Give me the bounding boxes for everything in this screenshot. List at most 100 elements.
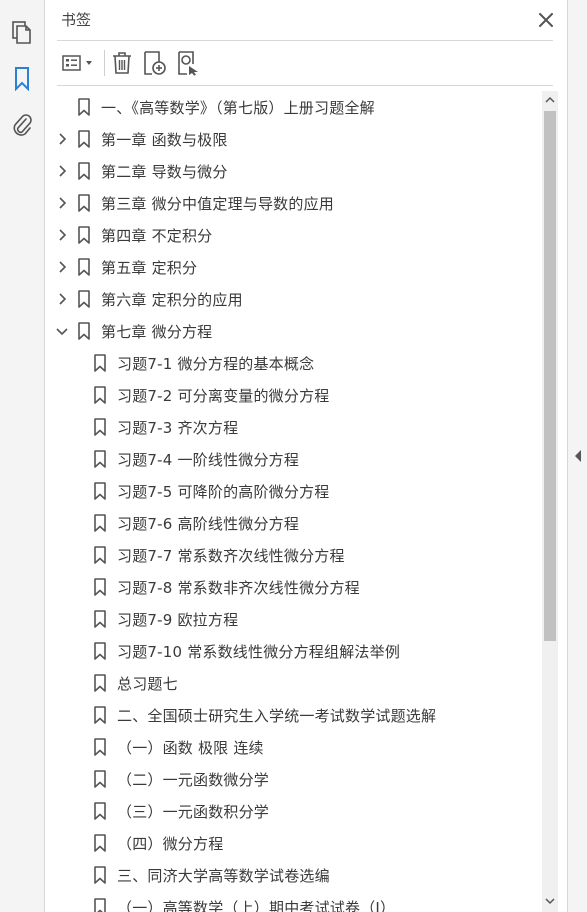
navigation-rail <box>0 0 45 912</box>
close-panel-button[interactable] <box>535 9 557 31</box>
bookmark-item[interactable]: 习题7-1 微分方程的基本概念 <box>45 347 543 379</box>
bookmark-toolbar <box>57 41 553 85</box>
bookmark-label: 习题7-1 微分方程的基本概念 <box>117 355 315 373</box>
trash-icon <box>113 52 131 74</box>
bookmark-item[interactable]: 习题7-4 一阶线性微分方程 <box>45 443 543 475</box>
bookmark-label: 第六章 定积分的应用 <box>101 291 243 309</box>
bookmark-label: 三、同济大学高等数学试卷选编 <box>117 867 330 885</box>
bookmark-tree: 一、《高等数学》（第七版）上册习题全解 第一章 函数与极限 第二章 导数与微分第三章… <box>45 91 543 912</box>
bookmark-icon <box>93 546 109 564</box>
bookmark-icon <box>93 642 109 660</box>
bookmark-item[interactable]: 习题7-6 高阶线性微分方程 <box>45 507 543 539</box>
bookmark-item[interactable]: 第三章 微分中值定理与导数的应用 <box>45 187 543 219</box>
scroll-up-icon <box>545 96 555 103</box>
chevron-right-icon[interactable] <box>55 163 69 179</box>
bookmark-label: 习题7-5 可降阶的高阶微分方程 <box>117 483 330 501</box>
bookmark-item[interactable]: 第七章 微分方程 <box>45 315 543 347</box>
bookmarks-icon[interactable] <box>9 66 35 92</box>
chevron-right-icon[interactable] <box>55 291 69 307</box>
bookmark-item[interactable]: 习题7-5 可降阶的高阶微分方程 <box>45 475 543 507</box>
bookmark-item[interactable]: （三）一元函数积分学 <box>45 795 543 827</box>
bookmark-item[interactable]: 一、《高等数学》（第七版）上册习题全解 <box>45 91 543 123</box>
panel-header: 书签 <box>45 0 567 40</box>
bookmark-label: 第三章 微分中值定理与导数的应用 <box>101 195 334 213</box>
options-list-icon <box>62 55 92 71</box>
scroll-down-icon <box>545 898 555 905</box>
bookmark-item[interactable]: 第四章 不定积分 <box>45 219 543 251</box>
bookmark-label: 习题7-7 常系数齐次线性微分方程 <box>117 547 345 565</box>
bookmark-item[interactable]: 三、同济大学高等数学试卷选编 <box>45 859 543 891</box>
bookmark-label: （二）一元函数微分学 <box>117 771 270 789</box>
bookmark-icon <box>77 226 93 244</box>
close-icon <box>539 13 553 27</box>
bookmark-label: （三）一元函数积分学 <box>117 803 270 821</box>
bookmark-item[interactable]: 习题7-8 常系数非齐次线性微分方程 <box>45 571 543 603</box>
bookmark-icon <box>93 418 109 436</box>
panel-collapse-strip <box>567 0 587 912</box>
vertical-scrollbar[interactable] <box>542 91 558 912</box>
bookmark-item[interactable]: （一）高等数学（上）期中考试试卷（I） <box>45 891 543 912</box>
bookmark-icon <box>93 514 109 532</box>
delete-bookmark-button[interactable] <box>109 49 135 77</box>
bookmark-icon <box>93 770 109 788</box>
bookmark-label: 二、全国硕士研究生入学统一考试数学试题选解 <box>117 707 437 725</box>
bookmark-item[interactable]: 第二章 导数与微分 <box>45 155 543 187</box>
bookmark-icon <box>77 130 93 148</box>
bookmark-label: 第五章 定积分 <box>101 259 198 277</box>
bookmark-item[interactable]: 第五章 定积分 <box>45 251 543 283</box>
panel-title: 书签 <box>61 11 92 29</box>
bookmark-icon <box>77 98 93 116</box>
collapse-panel-button[interactable] <box>572 449 584 463</box>
find-bookmark-icon <box>178 51 198 76</box>
bookmark-label: （四）微分方程 <box>117 835 224 853</box>
bookmark-item[interactable]: 总习题七 <box>45 667 543 699</box>
bookmark-label: 总习题七 <box>117 675 178 693</box>
bookmark-icon <box>93 482 109 500</box>
bookmark-item[interactable]: （四）微分方程 <box>45 827 543 859</box>
find-current-bookmark-button[interactable] <box>175 49 203 77</box>
bookmark-label: 第二章 导数与微分 <box>101 163 228 181</box>
bookmark-item[interactable]: （一）函数 极限 连续 <box>45 731 543 763</box>
options-menu-button[interactable] <box>59 49 99 77</box>
bookmark-label: 习题7-9 欧拉方程 <box>117 611 239 629</box>
bookmark-label: 习题7-3 齐次方程 <box>117 419 239 437</box>
bookmark-label: 第七章 微分方程 <box>101 323 213 341</box>
add-bookmark-icon <box>144 51 166 75</box>
bookmark-item[interactable]: 二、全国硕士研究生入学统一考试数学试题选解 <box>45 699 543 731</box>
bookmark-icon <box>93 834 109 852</box>
app-window: 书签 一、《高等数学》（第七版）上册习题全解 第一章 函数与极限 第二章 导数与… <box>0 0 587 912</box>
bookmark-icon <box>93 354 109 372</box>
bookmark-item[interactable]: 习题7-10 常系数线性微分方程组解法举例 <box>45 635 543 667</box>
chevron-right-icon[interactable] <box>55 195 69 211</box>
bookmark-label: 一、《高等数学》（第七版）上册习题全解 <box>101 99 375 117</box>
bookmark-item[interactable]: 习题7-7 常系数齐次线性微分方程 <box>45 539 543 571</box>
bookmark-item[interactable]: 第一章 函数与极限 <box>45 123 543 155</box>
chevron-down-icon[interactable] <box>55 323 69 339</box>
bookmark-item[interactable]: 习题7-3 齐次方程 <box>45 411 543 443</box>
bookmark-label: 第一章 函数与极限 <box>101 131 228 149</box>
bookmark-item[interactable]: 习题7-9 欧拉方程 <box>45 603 543 635</box>
bookmark-icon <box>77 258 93 276</box>
bookmark-icon <box>93 674 109 692</box>
bookmark-icon <box>93 578 109 596</box>
chevron-right-icon[interactable] <box>55 259 69 275</box>
caret-left-icon <box>575 450 581 462</box>
bookmark-label: 习题7-4 一阶线性微分方程 <box>117 451 300 469</box>
bookmark-item[interactable]: （二）一元函数微分学 <box>45 763 543 795</box>
bookmark-label: 第四章 不定积分 <box>101 227 213 245</box>
toolbar-separator <box>104 50 105 76</box>
chevron-right-icon[interactable] <box>55 131 69 147</box>
bookmark-label: （一）函数 极限 连续 <box>117 739 264 757</box>
bookmark-icon <box>77 290 93 308</box>
chevron-right-icon[interactable] <box>55 227 69 243</box>
scroll-thumb[interactable] <box>544 111 556 641</box>
new-bookmark-button[interactable] <box>141 49 169 77</box>
bookmark-icon <box>77 162 93 180</box>
bookmark-icon <box>93 866 109 884</box>
pages-icon[interactable] <box>9 20 35 46</box>
attachments-icon[interactable] <box>9 112 35 138</box>
bookmark-item[interactable]: 习题7-2 可分离变量的微分方程 <box>45 379 543 411</box>
bookmark-label: 习题7-2 可分离变量的微分方程 <box>117 387 330 405</box>
bookmark-item[interactable]: 第六章 定积分的应用 <box>45 283 543 315</box>
bookmark-icon <box>77 194 93 212</box>
